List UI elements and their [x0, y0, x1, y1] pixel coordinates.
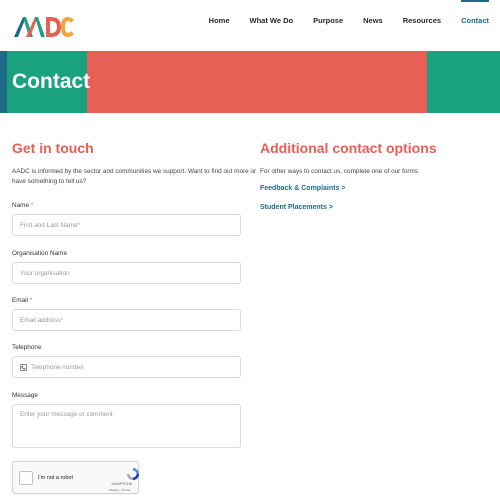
aadc-logo[interactable] [13, 11, 75, 39]
message-textarea[interactable] [12, 404, 241, 448]
banner-stripe-red [87, 51, 427, 113]
banner-stripe-blue [0, 51, 7, 113]
telephone-field[interactable] [12, 356, 241, 378]
nav-contact[interactable]: Contact [461, 0, 489, 40]
recaptcha-checkbox[interactable] [19, 471, 33, 485]
additional-contact-heading: Additional contact options [260, 140, 437, 156]
page-title: Contact [12, 70, 91, 93]
telephone-input[interactable] [31, 363, 221, 371]
additional-contact-section: Additional contact options For other way… [260, 140, 490, 211]
site-header: Home What We Do Purpose News Resources C… [0, 0, 500, 48]
name-label: Name * [12, 202, 34, 209]
email-required-mark: * [29, 297, 33, 304]
recaptcha-logo-icon [127, 468, 139, 480]
feedback-complaints-link[interactable]: Feedback & Complaints > [260, 185, 490, 192]
student-placements-link[interactable]: Student Placements > [260, 204, 490, 211]
banner-stripe-green-right [427, 51, 500, 113]
nav-news[interactable]: News [363, 0, 383, 40]
nav-what-we-do[interactable]: What We Do [250, 0, 294, 40]
get-in-touch-heading: Get in touch [12, 140, 94, 156]
email-label: Email * [12, 297, 33, 304]
name-input[interactable] [12, 214, 241, 236]
organisation-input[interactable] [12, 262, 241, 284]
aadc-logo-icon [14, 17, 74, 37]
organisation-label: Organisation Name [12, 250, 68, 257]
message-label: Message [12, 392, 38, 399]
additional-contact-subtext: For other ways to contact us, complete o… [260, 168, 419, 175]
recaptcha-brand: reCAPTCHA [111, 482, 132, 486]
telephone-label: Telephone [12, 344, 42, 351]
page-banner: Contact [0, 51, 500, 113]
get-in-touch-section: Get in touch AADC is informed by the sec… [12, 140, 256, 187]
recaptcha-label: I'm not a robot [38, 475, 73, 481]
nav-home[interactable]: Home [209, 0, 230, 40]
recaptcha-widget: I'm not a robot reCAPTCHA Privacy - Term… [12, 461, 139, 494]
email-input[interactable] [12, 309, 241, 331]
name-required-mark: * [30, 202, 34, 209]
nav-resources[interactable]: Resources [403, 0, 441, 40]
main-nav: Home What We Do Purpose News Resources C… [209, 0, 500, 40]
recaptcha-links[interactable]: Privacy - Terms [109, 488, 130, 492]
phone-icon [20, 363, 27, 371]
nav-purpose[interactable]: Purpose [313, 0, 343, 40]
get-in-touch-intro: AADC is informed by the sector and commu… [12, 168, 257, 185]
